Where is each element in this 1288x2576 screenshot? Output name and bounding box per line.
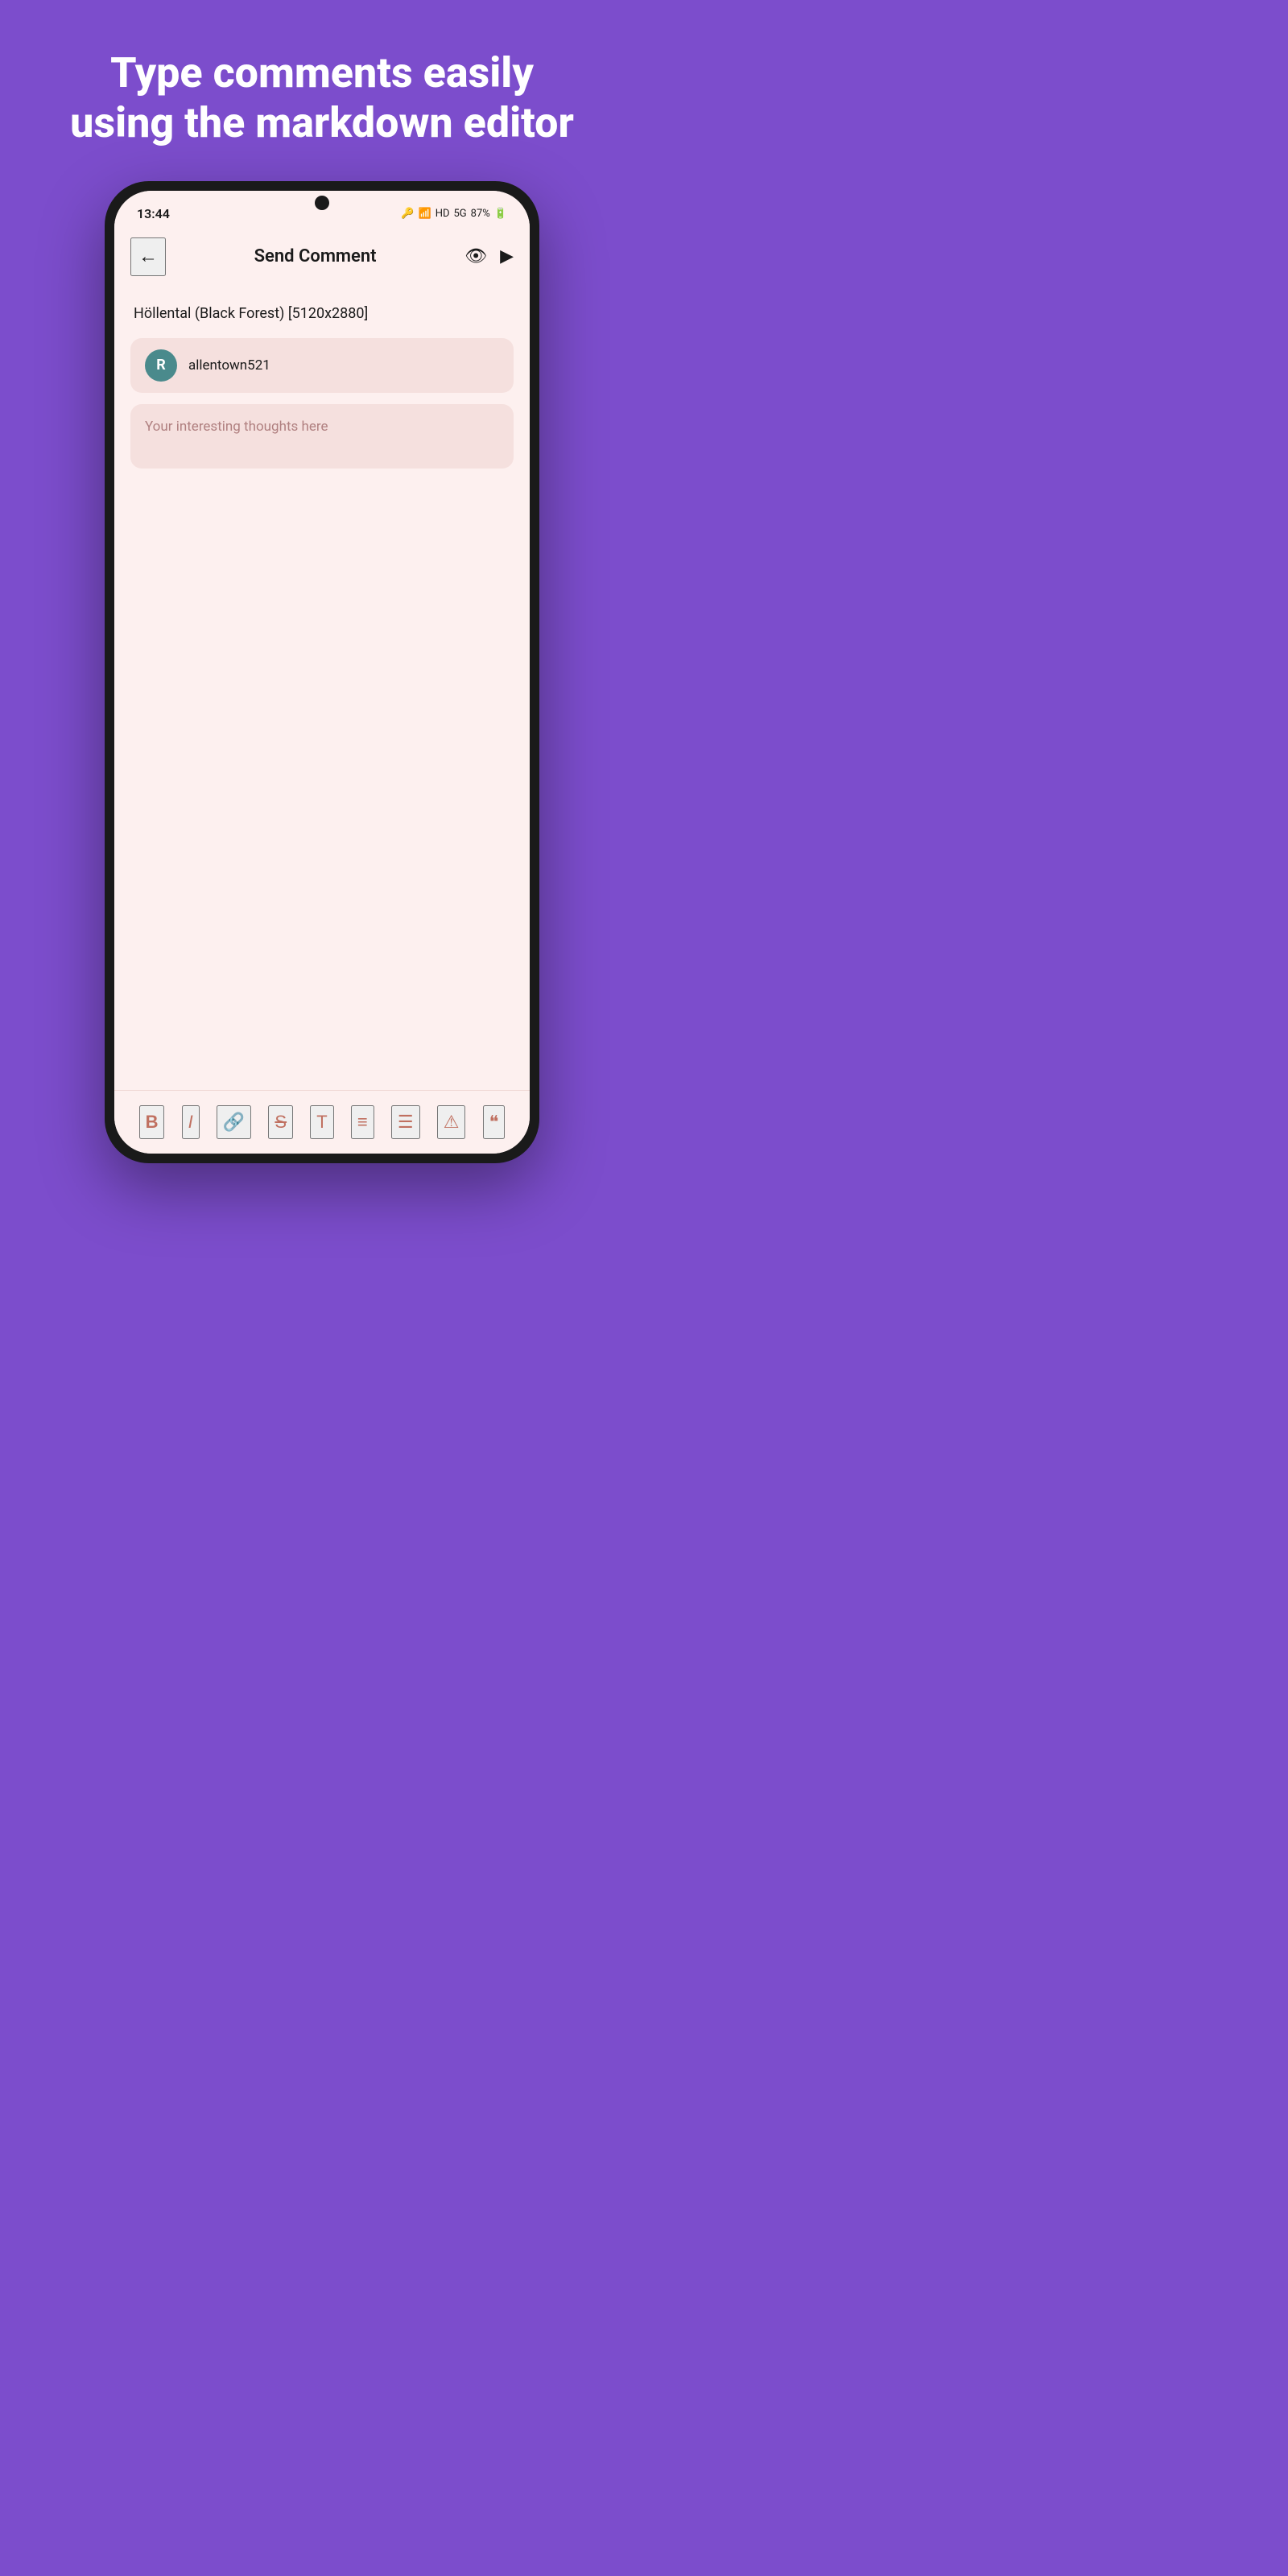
editor-spacer — [130, 480, 514, 1077]
page-title: Send Comment — [166, 246, 464, 266]
battery-icon: 🔋 — [494, 208, 507, 220]
italic-button[interactable]: I — [182, 1105, 200, 1139]
app-header: ← Send Comment 👁 ▶ — [114, 226, 530, 287]
user-row: R allentown521 — [130, 338, 514, 393]
photo-title: Höllental (Black Forest) [5120x2880] — [130, 300, 514, 327]
avatar-letter: R — [156, 357, 166, 374]
ordered-list-button[interactable]: ≡ — [351, 1105, 374, 1139]
quote-button[interactable]: ❝ — [483, 1105, 506, 1139]
phone-screen: 13:44 🔑 📶 HD 5G 87% 🔋 ← Send Comment 👁 ▶ — [114, 191, 530, 1154]
key-icon: 🔑 — [401, 208, 414, 220]
status-icons: 🔑 📶 HD 5G 87% 🔋 — [401, 208, 507, 220]
avatar: R — [145, 349, 177, 382]
signal-label: 5G — [454, 208, 467, 220]
back-button[interactable]: ← — [130, 237, 166, 276]
status-bar: 13:44 🔑 📶 HD 5G 87% 🔋 — [114, 191, 530, 226]
battery-label: 87% — [471, 208, 490, 220]
comment-placeholder: Your interesting thoughts here — [145, 419, 328, 435]
hd-label: HD — [436, 208, 450, 220]
username-label: allentown521 — [188, 357, 270, 374]
content-area: Höllental (Black Forest) [5120x2880] R a… — [114, 287, 530, 1090]
comment-input-box[interactable]: Your interesting thoughts here — [130, 404, 514, 469]
unordered-list-button[interactable]: ☰ — [391, 1105, 420, 1139]
phone-device: 13:44 🔑 📶 HD 5G 87% 🔋 ← Send Comment 👁 ▶ — [105, 181, 539, 1163]
send-button[interactable]: ▶ — [500, 246, 514, 266]
strikethrough-button[interactable]: S — [268, 1105, 293, 1139]
preview-icon[interactable]: 👁 — [464, 246, 487, 266]
bold-button[interactable]: B — [139, 1105, 165, 1139]
hero-title: Type comments easily using the markdown … — [0, 0, 644, 181]
camera-notch — [315, 196, 329, 210]
header-actions: 👁 ▶ — [464, 246, 514, 266]
markdown-toolbar: B I 🔗 S T ≡ ☰ ⚠ ❝ — [114, 1090, 530, 1154]
wifi-icon: 📶 — [419, 208, 431, 220]
status-time: 13:44 — [137, 206, 170, 221]
warning-button[interactable]: ⚠ — [437, 1105, 466, 1139]
link-button[interactable]: 🔗 — [217, 1105, 251, 1139]
text-format-button[interactable]: T — [310, 1105, 333, 1139]
